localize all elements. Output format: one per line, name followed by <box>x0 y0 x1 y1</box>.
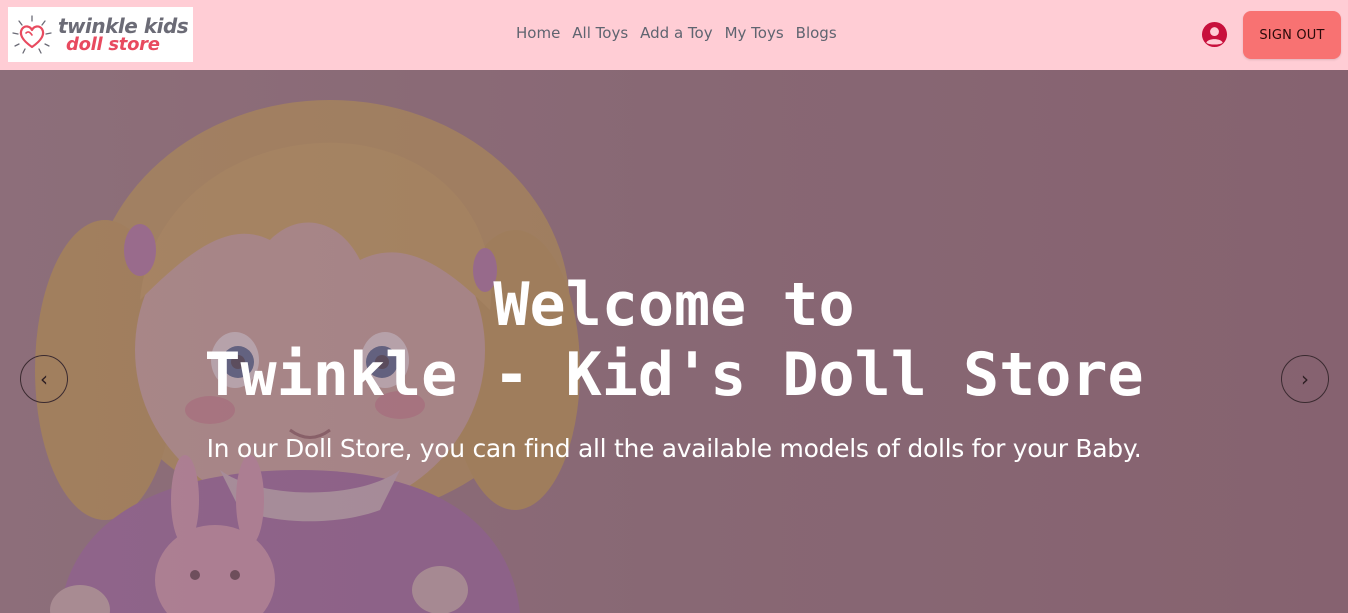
carousel-next-button[interactable]: › <box>1281 355 1329 403</box>
nav-link-home[interactable]: Home <box>516 24 560 42</box>
chevron-left-icon: ‹ <box>40 367 48 391</box>
user-circle-icon[interactable] <box>1201 21 1228 48</box>
brand-logo[interactable]: twinkle kids doll store <box>8 7 193 62</box>
brand-name-line2: doll store <box>66 33 160 55</box>
heart-sparkle-icon <box>12 14 52 54</box>
main-nav: Home All Toys Add a Toy My Toys Blogs <box>516 24 837 42</box>
hero-title-line2: Twinkle - Kid's Doll Store <box>204 340 1144 410</box>
hero-title: Welcome to Twinkle - Kid's Doll Store <box>0 270 1348 410</box>
navbar: twinkle kids doll store Home All Toys Ad… <box>0 0 1348 70</box>
brand-name: twinkle kids doll store <box>58 13 189 55</box>
nav-link-add-toy[interactable]: Add a Toy <box>640 24 712 42</box>
hero-content: Welcome to Twinkle - Kid's Doll Store In… <box>0 70 1348 613</box>
nav-link-my-toys[interactable]: My Toys <box>725 24 784 42</box>
nav-link-blogs[interactable]: Blogs <box>796 24 837 42</box>
sign-out-button[interactable]: SIGN OUT <box>1243 11 1341 59</box>
brand-name-line1: twinkle kids <box>58 13 189 38</box>
hero-subtitle: In our Doll Store, you can find all the … <box>206 434 1142 463</box>
nav-link-all-toys[interactable]: All Toys <box>572 24 628 42</box>
carousel-prev-button[interactable]: ‹ <box>20 355 68 403</box>
hero-title-line1: Welcome to <box>493 270 855 340</box>
hero-carousel: Welcome to Twinkle - Kid's Doll Store In… <box>0 70 1348 613</box>
chevron-right-icon: › <box>1301 367 1309 391</box>
